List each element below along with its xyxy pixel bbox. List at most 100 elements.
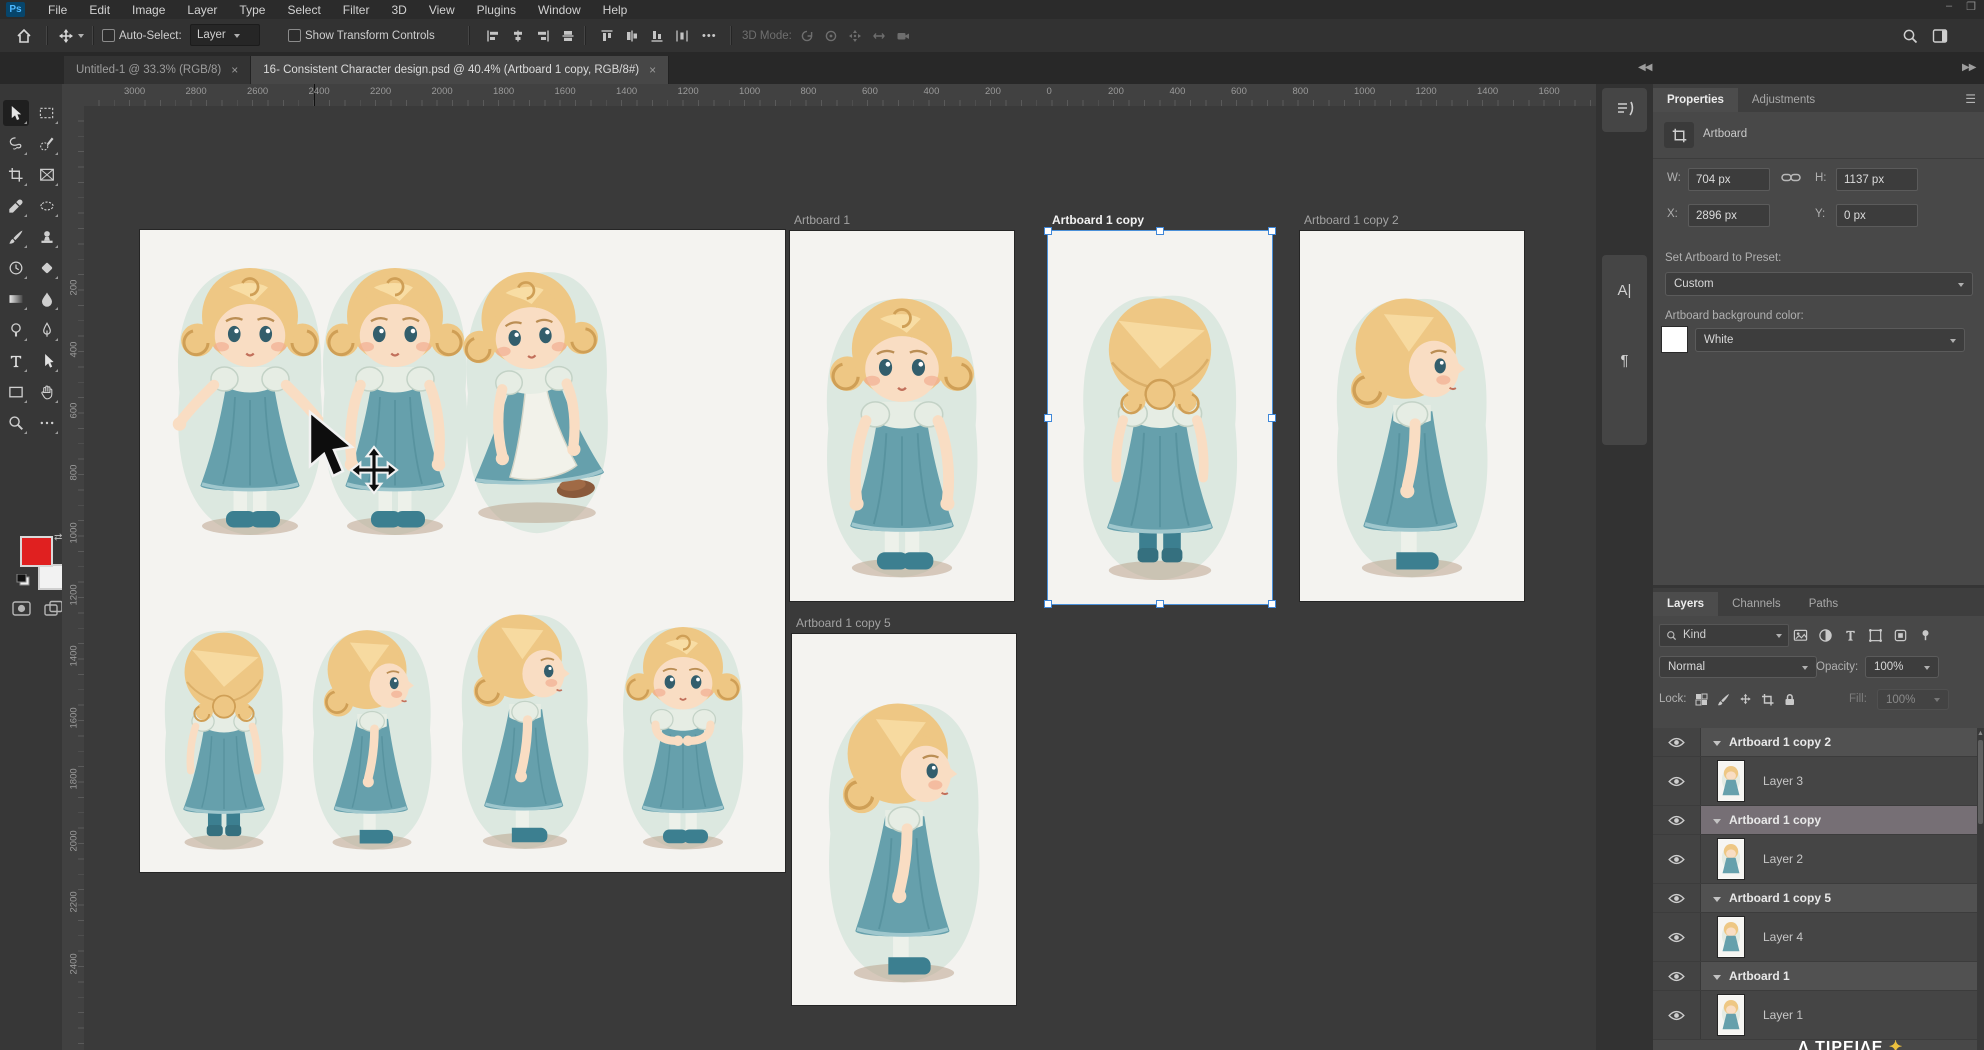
- path-select-tool-icon[interactable]: [34, 348, 60, 374]
- selection-handle[interactable]: [1044, 227, 1052, 235]
- selection-handle[interactable]: [1156, 227, 1164, 235]
- visibility-eye-icon[interactable]: [1668, 893, 1685, 904]
- lock-position-icon[interactable]: [1739, 693, 1752, 706]
- menu-item-file[interactable]: File: [37, 1, 78, 19]
- 3d-pan-icon[interactable]: [848, 29, 862, 43]
- menu-item-layer[interactable]: Layer: [176, 1, 228, 19]
- layer-row[interactable]: Layer 4: [1653, 913, 1984, 962]
- tab-adjustments[interactable]: Adjustments: [1738, 88, 1829, 112]
- layer-row[interactable]: Layer 2: [1653, 835, 1984, 884]
- layer-thumbnail[interactable]: [1717, 838, 1745, 880]
- window-controls[interactable]: –❐: [1946, 0, 1976, 13]
- gradient-tool-icon[interactable]: [3, 286, 29, 312]
- filter-shape-layers-icon[interactable]: [1864, 628, 1886, 643]
- move-tool-preset-icon[interactable]: [58, 19, 74, 52]
- layer-thumbnail[interactable]: [1717, 994, 1745, 1036]
- search-icon[interactable]: [1902, 19, 1918, 52]
- home-icon[interactable]: [16, 19, 32, 52]
- artboard-label-1[interactable]: Artboard 1: [794, 213, 850, 227]
- eraser-tool-icon[interactable]: [34, 255, 60, 281]
- expand-panels-icon[interactable]: ▶▶: [1962, 62, 1975, 73]
- move-tool-icon[interactable]: [3, 100, 29, 126]
- tab-properties[interactable]: Properties: [1653, 88, 1738, 112]
- width-field[interactable]: 704 px: [1688, 168, 1770, 191]
- lock-all-icon[interactable]: [1783, 693, 1796, 706]
- layer-row[interactable]: Layer 1: [1653, 991, 1984, 1040]
- close-tab-icon[interactable]: ×: [649, 63, 656, 77]
- filter-pixel-layers-icon[interactable]: [1789, 628, 1811, 643]
- auto-select-target-dropdown[interactable]: Layer: [190, 24, 260, 46]
- lasso-tool-icon[interactable]: [3, 131, 29, 157]
- selection-handle[interactable]: [1044, 600, 1052, 608]
- document-tab-1[interactable]: 16- Consistent Character design.psd @ 40…: [251, 56, 669, 84]
- menu-item-window[interactable]: Window: [527, 1, 592, 19]
- align-center-h-icon[interactable]: [511, 29, 525, 43]
- pen-tool-icon[interactable]: [34, 317, 60, 343]
- expand-chevron-icon[interactable]: [1713, 975, 1721, 984]
- fill-dropdown[interactable]: 100%: [1877, 689, 1949, 710]
- visibility-eye-icon[interactable]: [1668, 815, 1685, 826]
- eyedropper-tool-icon[interactable]: [3, 193, 29, 219]
- blur-tool-icon[interactable]: [34, 286, 60, 312]
- x-field[interactable]: 2896 px: [1688, 204, 1770, 227]
- artboard-bg-dropdown[interactable]: White: [1695, 328, 1965, 352]
- menu-item-select[interactable]: Select: [276, 1, 331, 19]
- close-tab-icon[interactable]: ×: [231, 63, 238, 77]
- selection-handle[interactable]: [1268, 227, 1276, 235]
- artboard-0[interactable]: [140, 230, 785, 872]
- menu-item-help[interactable]: Help: [592, 1, 639, 19]
- rectangle-tool-icon[interactable]: [3, 379, 29, 405]
- panel-menu-icon[interactable]: ☰: [1965, 92, 1976, 106]
- artboard-label-4[interactable]: Artboard 1 copy 5: [796, 616, 891, 630]
- tab-paths[interactable]: Paths: [1795, 592, 1852, 616]
- align-left-icon[interactable]: [486, 29, 500, 43]
- history-brush-tool-icon[interactable]: [3, 255, 29, 281]
- 3d-camera-icon[interactable]: [896, 29, 910, 43]
- layers-scrollbar[interactable]: ▲: [1977, 728, 1984, 1050]
- visibility-eye-icon[interactable]: [1668, 1010, 1685, 1021]
- scroll-up-arrow[interactable]: ▲: [1977, 730, 1984, 737]
- brush-tool-icon[interactable]: [3, 224, 29, 250]
- layer-group-row[interactable]: Artboard 1 copy 5: [1653, 884, 1984, 913]
- opacity-dropdown[interactable]: 100%: [1865, 656, 1939, 678]
- lock-transparent-icon[interactable]: [1695, 693, 1708, 706]
- tab-channels[interactable]: Channels: [1718, 592, 1795, 616]
- show-transform-controls-checkbox[interactable]: [288, 29, 301, 42]
- tab-layers[interactable]: Layers: [1653, 592, 1718, 616]
- document-tab-0[interactable]: Untitled-1 @ 33.3% (RGB/8)×: [64, 56, 251, 84]
- layer-thumbnail[interactable]: [1717, 916, 1745, 958]
- menu-item-type[interactable]: Type: [228, 1, 276, 19]
- align-top-icon[interactable]: [600, 29, 614, 43]
- layer-filter-kind-dropdown[interactable]: Kind: [1659, 624, 1789, 647]
- type-tool-icon[interactable]: [3, 348, 29, 374]
- y-field[interactable]: 0 px: [1836, 204, 1918, 227]
- selection-handle[interactable]: [1268, 414, 1276, 422]
- horizontal-ruler[interactable]: 3000280026002400220020001800160014001200…: [84, 84, 1596, 107]
- selection-handle[interactable]: [1156, 600, 1164, 608]
- auto-select-checkbox[interactable]: [102, 29, 115, 42]
- selection-handle[interactable]: [1044, 414, 1052, 422]
- layer-group-row[interactable]: Artboard 1: [1653, 962, 1984, 991]
- more-tool-icon[interactable]: [34, 410, 60, 436]
- scrollbar-thumb[interactable]: [1978, 740, 1983, 824]
- distribute-v-icon[interactable]: [625, 29, 639, 43]
- marquee-tool-icon[interactable]: [34, 100, 60, 126]
- menu-item-view[interactable]: View: [418, 1, 466, 19]
- filter-pin-icon[interactable]: [1914, 628, 1936, 643]
- align-center-v-icon[interactable]: [561, 29, 575, 43]
- artboard-label-2[interactable]: Artboard 1 copy: [1052, 213, 1144, 227]
- default-colors-icon[interactable]: [16, 574, 30, 586]
- menu-item-3d[interactable]: 3D: [380, 1, 417, 19]
- collapse-panels-icon[interactable]: ◀◀: [1638, 62, 1651, 73]
- artboard-bg-swatch[interactable]: [1661, 326, 1688, 353]
- quick-mask-icon[interactable]: [12, 600, 31, 617]
- artboard-3[interactable]: [1300, 231, 1524, 601]
- visibility-eye-icon[interactable]: [1668, 971, 1685, 982]
- lock-paint-icon[interactable]: [1717, 693, 1730, 706]
- workspace-switcher-icon[interactable]: [1932, 19, 1948, 52]
- paragraph-panel-icon[interactable]: ¶: [1602, 325, 1647, 395]
- quick-select-tool-icon[interactable]: [34, 131, 60, 157]
- menu-item-plugins[interactable]: Plugins: [466, 1, 527, 19]
- vertical-ruler[interactable]: 2004006008001000120014001600180020002200…: [62, 106, 85, 1050]
- artboard-2[interactable]: [1048, 231, 1272, 604]
